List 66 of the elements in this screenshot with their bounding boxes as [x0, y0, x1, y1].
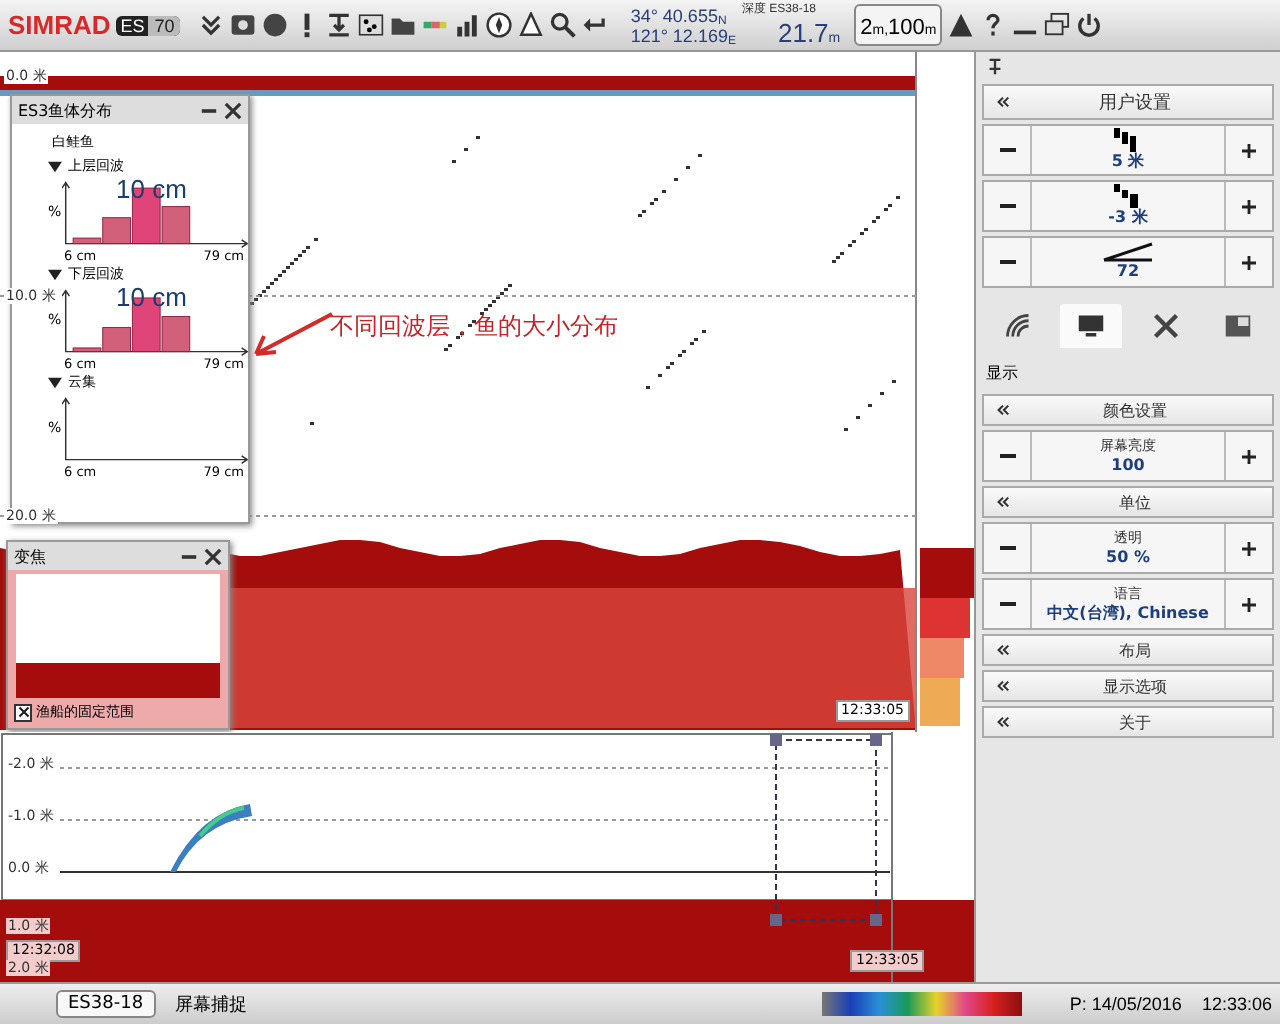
setting-value: 5 米 [1032, 126, 1224, 174]
time-text: 12:33:06 [1201, 994, 1272, 1014]
range-icon [1114, 128, 1142, 152]
latitude-text: 34° 40.655$_{N}$ [630, 5, 729, 25]
plus-icon [1242, 143, 1256, 157]
minus-icon [999, 254, 1015, 270]
record-icon[interactable] [262, 12, 289, 38]
restore-icon[interactable] [1044, 12, 1071, 38]
sonar-icon [1004, 312, 1033, 340]
double-chevron-left-icon [996, 680, 1010, 692]
menu-button[interactable]: 关于 [982, 706, 1274, 738]
setting-value: 72 [1032, 238, 1224, 286]
slope-icon [1102, 242, 1154, 262]
dots-icon[interactable] [358, 12, 385, 38]
warning-icon[interactable] [948, 12, 975, 38]
close-icon[interactable] [204, 547, 222, 565]
close-icon[interactable] [224, 101, 242, 119]
user-settings-button[interactable]: 用户设置 [982, 84, 1274, 120]
annotation-text: 不同回波层，鱼的大小分布 [330, 310, 620, 344]
brand-logo: SIMRAD [8, 10, 111, 40]
tools-icon [1151, 312, 1180, 340]
minus-icon [999, 448, 1015, 464]
menu-button[interactable]: 颜色设置 [982, 394, 1274, 426]
window-title: 变焦 [14, 545, 48, 567]
range-start-icon [1114, 184, 1142, 208]
double-chevron-left-icon [996, 496, 1010, 508]
plus-icon [1242, 199, 1256, 213]
setting-value: -3 米 [1032, 182, 1224, 230]
view-tab[interactable]: 屏幕捕捉 [163, 987, 260, 1021]
menu-button[interactable]: 单位 [982, 486, 1274, 518]
layout-icon [1223, 312, 1252, 340]
cross-mark-icon [17, 706, 29, 718]
search-icon[interactable] [550, 12, 577, 38]
compass-icon[interactable] [486, 12, 513, 38]
double-chevron-left-icon [996, 404, 1010, 416]
menu-button[interactable]: 布局 [982, 634, 1274, 666]
triangle-icon[interactable] [48, 159, 62, 173]
model-badge: ES 70 [116, 15, 181, 35]
longitude-text: 121° 12.169$_{E}$ [630, 25, 736, 45]
window-title: ES3鱼体分布 [18, 99, 115, 121]
plus-icon [1242, 449, 1256, 463]
minus-icon [999, 596, 1015, 612]
pin-icon[interactable] [986, 58, 1004, 76]
triangle-icon[interactable] [48, 267, 62, 281]
triangle-icon[interactable] [48, 375, 62, 389]
chevron-down-icon[interactable] [198, 12, 225, 38]
section-title: 显示 [986, 362, 1020, 384]
date-text: P: 14/05/2016 [1069, 994, 1182, 1014]
menu-button[interactable]: 显示选项 [982, 670, 1274, 702]
minus-icon [999, 142, 1015, 158]
peak-size-label: 10 cm [116, 284, 187, 312]
menu-tab[interactable] [1060, 304, 1123, 348]
bar-chart-icon[interactable] [454, 12, 481, 38]
power-icon[interactable] [1076, 12, 1103, 38]
camera-icon[interactable] [230, 12, 257, 38]
plus-icon [1242, 541, 1256, 555]
view-tab[interactable]: ES38-18 [56, 990, 156, 1018]
double-chevron-left-icon [996, 644, 1010, 656]
minus-icon [999, 198, 1015, 214]
minus-icon [999, 540, 1015, 556]
plus-icon [1242, 597, 1256, 611]
monitor-icon [1076, 312, 1107, 340]
peak-size-label: 10 cm [116, 176, 187, 204]
double-chevron-left-icon [996, 716, 1010, 728]
double-chevron-left-icon [996, 96, 1010, 108]
plus-icon [1242, 255, 1256, 269]
